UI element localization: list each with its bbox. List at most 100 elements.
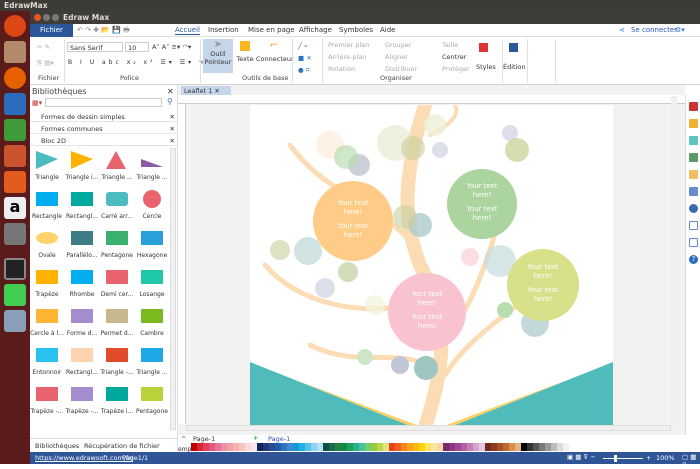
library-shape[interactable]: Triangle -... (100, 344, 134, 376)
color-swatch[interactable] (563, 443, 570, 451)
firefox-icon[interactable] (4, 67, 26, 89)
close-icon[interactable]: ✕ (170, 137, 175, 145)
tab-symboles[interactable]: Symboles (339, 26, 373, 34)
files-icon[interactable] (4, 41, 26, 63)
page-icon[interactable] (689, 187, 698, 196)
calc-icon[interactable] (4, 119, 26, 141)
tab-affichage[interactable]: Affichage (299, 26, 332, 34)
shadow-icon[interactable] (689, 136, 698, 145)
tab-accueil[interactable]: Accueil (175, 26, 200, 35)
collapse-icon[interactable]: ^ (181, 435, 186, 443)
search-icon[interactable]: ⚲ (167, 97, 173, 106)
send-back-button[interactable]: Arrière-plan (328, 53, 366, 61)
library-section-simple[interactable]: Formes de dessin simples ✕ (30, 111, 178, 122)
close-icon[interactable]: ✕ (170, 113, 175, 121)
connector-tool-button[interactable]: ⌐ Connecteur (256, 41, 294, 64)
styles-icon[interactable] (479, 43, 488, 52)
library-menu-icon[interactable]: ▦▾ (32, 99, 42, 107)
image-icon[interactable] (689, 153, 698, 162)
library-shape[interactable]: Demi cer... (100, 266, 134, 298)
connect-link[interactable]: Se connecter (631, 26, 677, 34)
library-shape[interactable]: Losange (135, 266, 169, 298)
library-shape[interactable]: Permet d... (100, 305, 134, 337)
zoom-in-icon[interactable]: + (646, 454, 651, 462)
center-button[interactable]: Centrer (442, 53, 466, 61)
library-scrollbar[interactable] (170, 148, 176, 430)
edition-button[interactable]: Édition (503, 63, 526, 71)
note-icon[interactable] (689, 221, 698, 230)
gear-icon[interactable]: ⚙▾ (675, 26, 685, 34)
fill-icon[interactable] (689, 102, 698, 111)
line-icon[interactable] (689, 119, 698, 128)
library-shape[interactable]: Rectangl... (65, 188, 99, 220)
library-shape[interactable]: Trapèze -... (30, 383, 64, 415)
library-shape[interactable]: Triangle i... (65, 149, 99, 181)
library-shape[interactable]: Triangle ... (135, 149, 169, 181)
library-shape[interactable]: Cercle (135, 188, 169, 220)
bubble-text[interactable]: Your text here! Your text here! (402, 290, 452, 331)
quick-access-toolbar[interactable]: ↶ ↷ ✚ 📂 💾 🖶 (77, 26, 130, 37)
library-shape[interactable]: Trapèze i... (100, 383, 134, 415)
library-shape[interactable]: Rectangle (30, 188, 64, 220)
font-grow-shrink-icons[interactable]: A˄ A˅ ≡▾ ◠▾ (152, 43, 191, 51)
ubuntu-icon[interactable] (4, 15, 26, 37)
tab-file-recovery[interactable]: Récupération de fichier (84, 442, 160, 450)
library-shape[interactable]: Cambre (135, 305, 169, 337)
writer-icon[interactable] (4, 93, 26, 115)
software-center-icon[interactable] (4, 171, 26, 193)
bubble-text[interactable]: Your text here! Your text here! (518, 263, 568, 304)
terminal-icon[interactable] (4, 258, 26, 280)
share-icon[interactable]: ⋖ (619, 26, 625, 34)
page-select[interactable]: Page-1 (193, 435, 215, 443)
comment-icon[interactable] (689, 238, 698, 247)
website-link[interactable]: https://www.edrawsoft.com/fr/ (35, 454, 133, 462)
library-search-input[interactable] (45, 98, 162, 107)
settings-icon[interactable] (4, 223, 26, 245)
binoculars-icon[interactable] (509, 43, 518, 52)
file-menu[interactable]: Fichier (30, 24, 73, 37)
draw-shape-icons[interactable]: ╱ ⌁ ■ ✕ ● ⌗ (298, 40, 312, 76)
maximize-window-button[interactable] (52, 14, 59, 21)
library-shape[interactable]: Forme d... (65, 305, 99, 337)
font-size-select[interactable]: 10 (125, 42, 149, 52)
library-shape[interactable]: Ovale (30, 227, 64, 259)
library-shape[interactable]: Carré arr... (100, 188, 134, 220)
align-button[interactable]: Aligner (385, 53, 408, 61)
add-page-icon[interactable]: + (253, 434, 258, 442)
layers-icon[interactable] (689, 170, 698, 179)
close-window-button[interactable] (34, 14, 41, 21)
protect-button[interactable]: Protéger (442, 65, 470, 73)
bubble-text[interactable]: Your text here! Your text here! (328, 199, 378, 240)
library-shape[interactable]: Cercle à l... (30, 305, 64, 337)
amazon-icon[interactable]: a (4, 197, 26, 219)
tab-mise-en-page[interactable]: Mise en page (248, 26, 295, 34)
bubble-text[interactable]: Your text here! Your text here! (457, 182, 507, 223)
tab-libraries[interactable]: Bibliothèques (35, 442, 79, 450)
tab-aide[interactable]: Aide (380, 26, 395, 34)
qt-icon[interactable] (4, 284, 26, 306)
pointer-tool-button[interactable]: ➤ Outil Pointeur (203, 39, 233, 73)
library-shape[interactable]: Triangle ... (135, 344, 169, 376)
library-shape[interactable]: Trapèze (30, 266, 64, 298)
library-shape[interactable]: Rhombe (65, 266, 99, 298)
library-shape[interactable]: Triangle ... (100, 149, 134, 181)
library-shape[interactable]: Entonnoir (30, 344, 64, 376)
horizontal-scrollbar[interactable] (186, 425, 671, 431)
vertical-scrollbar[interactable] (671, 96, 677, 424)
close-library-icon[interactable]: ✕ (167, 87, 174, 96)
styles-button[interactable]: Styles (476, 63, 496, 71)
impress-icon[interactable] (4, 145, 26, 167)
library-shape[interactable]: Trapèze -... (65, 383, 99, 415)
library-shape[interactable]: Pentagone (100, 227, 134, 259)
minimize-window-button[interactable] (43, 14, 50, 21)
edraw-icon[interactable] (4, 310, 26, 332)
zoom-slider[interactable] (603, 455, 643, 462)
library-section-2d[interactable]: Bloc 2D ✕ (30, 135, 178, 146)
fit-icons[interactable]: ▢ ▦ ⚲ (682, 453, 700, 469)
page-tab[interactable]: Page-1 (268, 435, 290, 443)
library-shape[interactable]: Pentagone (135, 383, 169, 415)
library-shape[interactable]: Triangle (30, 149, 64, 181)
paste-icon[interactable]: ⎘ ▤▾ (37, 59, 54, 68)
distribute-button[interactable]: Distribuer (385, 65, 417, 73)
cut-icon[interactable]: ✂ ✎ (37, 43, 50, 51)
